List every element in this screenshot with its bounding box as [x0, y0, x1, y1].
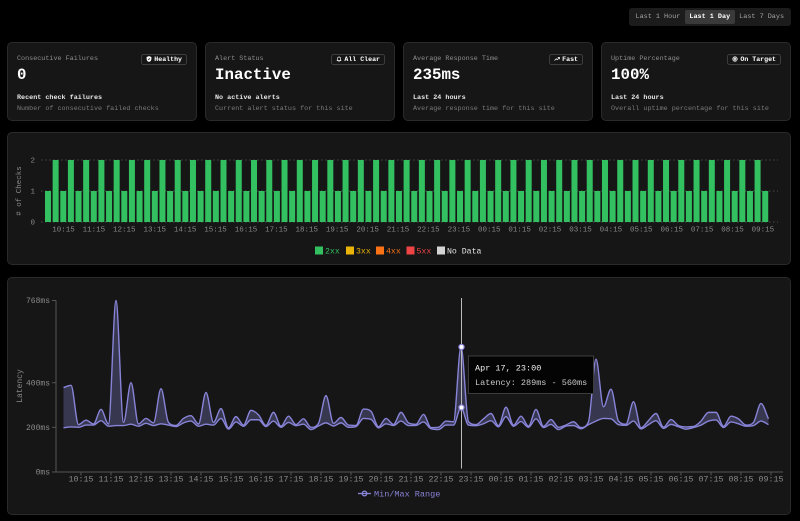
svg-text:2: 2 — [30, 158, 35, 166]
svg-text:17:15: 17:15 — [265, 227, 288, 235]
svg-text:07:15: 07:15 — [699, 476, 724, 485]
svg-text:Min/Max Range: Min/Max Range — [374, 490, 440, 500]
svg-text:11:15: 11:15 — [83, 227, 106, 235]
svg-text:13:15: 13:15 — [143, 227, 166, 235]
svg-text:04:15: 04:15 — [609, 476, 634, 485]
svg-text:768ms: 768ms — [26, 297, 50, 306]
svg-text:Latency: 289ms - 560ms: Latency: 289ms - 560ms — [475, 378, 587, 388]
svg-text:15:15: 15:15 — [204, 227, 227, 235]
svg-text:05:15: 05:15 — [639, 476, 664, 485]
svg-text:09:15: 09:15 — [759, 476, 784, 485]
svg-text:2xx: 2xx — [325, 248, 340, 257]
svg-text:19:15: 19:15 — [339, 476, 364, 485]
svg-text:03:15: 03:15 — [579, 476, 604, 485]
svg-text:23:15: 23:15 — [459, 476, 484, 485]
svg-text:10:15: 10:15 — [52, 227, 75, 235]
svg-text:22:15: 22:15 — [417, 227, 440, 235]
svg-text:Apr 17, 23:00: Apr 17, 23:00 — [475, 364, 541, 374]
svg-text:02:15: 02:15 — [549, 476, 574, 485]
svg-text:03:15: 03:15 — [569, 227, 592, 235]
svg-text:05:15: 05:15 — [630, 227, 653, 235]
svg-text:Latency: Latency — [16, 369, 25, 403]
svg-text:00:15: 00:15 — [478, 227, 501, 235]
svg-text:00:15: 00:15 — [489, 476, 514, 485]
svg-text:06:15: 06:15 — [660, 227, 683, 235]
svg-text:3xx: 3xx — [356, 248, 371, 257]
svg-text:400ms: 400ms — [26, 379, 50, 388]
svg-text:4xx: 4xx — [386, 248, 401, 257]
svg-text:# of Checks: # of Checks — [16, 166, 24, 216]
svg-text:21:15: 21:15 — [387, 227, 410, 235]
svg-text:18:15: 18:15 — [296, 227, 319, 235]
svg-text:10:15: 10:15 — [69, 476, 94, 485]
svg-text:02:15: 02:15 — [539, 227, 562, 235]
svg-text:20:15: 20:15 — [356, 227, 379, 235]
svg-text:07:15: 07:15 — [691, 227, 714, 235]
svg-text:17:15: 17:15 — [279, 476, 304, 485]
svg-text:12:15: 12:15 — [113, 227, 136, 235]
svg-text:14:15: 14:15 — [174, 227, 197, 235]
svg-text:08:15: 08:15 — [721, 227, 744, 235]
svg-text:16:15: 16:15 — [249, 476, 274, 485]
svg-text:18:15: 18:15 — [309, 476, 334, 485]
svg-text:01:15: 01:15 — [519, 476, 544, 485]
svg-text:12:15: 12:15 — [129, 476, 154, 485]
svg-text:20:15: 20:15 — [369, 476, 394, 485]
svg-text:0: 0 — [30, 220, 35, 228]
svg-text:16:15: 16:15 — [235, 227, 258, 235]
svg-text:15:15: 15:15 — [219, 476, 244, 485]
svg-text:200ms: 200ms — [26, 424, 50, 433]
svg-text:21:15: 21:15 — [399, 476, 424, 485]
svg-text:13:15: 13:15 — [159, 476, 184, 485]
svg-text:11:15: 11:15 — [99, 476, 124, 485]
svg-text:06:15: 06:15 — [669, 476, 694, 485]
svg-text:0ms: 0ms — [36, 469, 51, 478]
svg-text:1: 1 — [30, 189, 35, 197]
svg-text:19:15: 19:15 — [326, 227, 349, 235]
svg-text:No Data: No Data — [447, 248, 481, 257]
svg-text:09:15: 09:15 — [752, 227, 775, 235]
svg-text:23:15: 23:15 — [448, 227, 471, 235]
svg-text:08:15: 08:15 — [729, 476, 754, 485]
svg-text:01:15: 01:15 — [508, 227, 531, 235]
svg-text:5xx: 5xx — [417, 248, 432, 257]
svg-text:04:15: 04:15 — [600, 227, 623, 235]
svg-text:22:15: 22:15 — [429, 476, 454, 485]
svg-text:14:15: 14:15 — [189, 476, 214, 485]
